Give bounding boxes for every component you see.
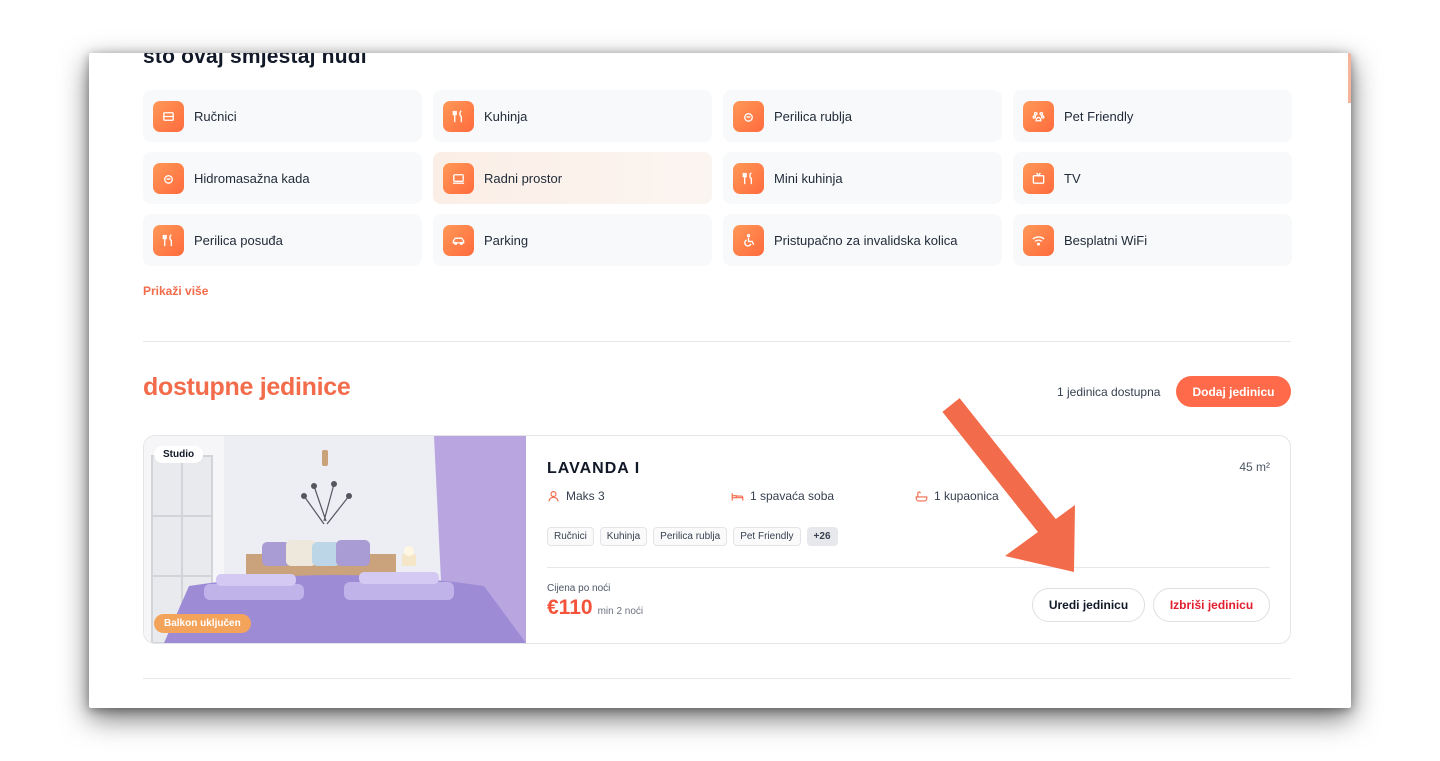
amenity-label: Perilica posuđa xyxy=(194,232,283,248)
wheelchair-icon xyxy=(733,224,764,256)
amenity-card: Ručnici xyxy=(143,90,422,142)
edit-unit-button[interactable]: Uredi jedinicu xyxy=(1032,588,1145,622)
delete-unit-button[interactable]: Izbriši jedinicu xyxy=(1153,588,1270,622)
price-label: Cijena po noći xyxy=(547,583,611,594)
amenities-grid: Ručnici Kuhinja Perilica rublja Pet Frie… xyxy=(143,90,1292,266)
amenity-card: Kuhinja xyxy=(433,90,712,142)
section-divider xyxy=(143,341,1291,342)
amenity-card-highlighted: Radni prostor xyxy=(433,152,712,204)
amenity-card: Besplatni WiFi xyxy=(1013,214,1292,266)
amenity-label: Radni prostor xyxy=(484,170,563,186)
price-row: €110 min 2 noći xyxy=(547,596,643,620)
unit-photo[interactable]: Studio Balkon uključen xyxy=(144,436,526,643)
amenity-card: Perilica rublja xyxy=(723,90,1002,142)
amenity-card: Mini kuhinja xyxy=(723,152,1002,204)
price-value: €110 xyxy=(547,596,593,619)
more-tags-badge[interactable]: +26 xyxy=(806,527,838,546)
unit-tags: Ručnici Kuhinja Perilica rublja Pet Frie… xyxy=(547,527,838,546)
unit-tag: Perilica rublja xyxy=(653,527,728,546)
unit-size: 45 m² xyxy=(1239,460,1270,474)
bathrooms-spec: 1 kupaonica xyxy=(915,489,999,503)
tv-icon xyxy=(1023,162,1054,194)
guests-spec: Maks 3 xyxy=(547,489,605,503)
washing-machine-icon xyxy=(733,100,764,132)
amenity-label: Mini kuhinja xyxy=(774,170,843,186)
unit-card: Studio Balkon uključen LAVANDA I 45 m² M… xyxy=(143,435,1291,644)
units-section-title: dostupne jedinice xyxy=(143,373,351,401)
amenity-card: Hidromasažna kada xyxy=(143,152,422,204)
bedroom-photo xyxy=(144,436,526,643)
utensils-icon xyxy=(733,162,764,194)
amenity-label: Ručnici xyxy=(194,108,237,124)
unit-tag: Pet Friendly xyxy=(733,527,801,546)
amenity-card: TV xyxy=(1013,152,1292,204)
amenity-label: Parking xyxy=(484,232,529,248)
paw-icon xyxy=(1023,100,1054,132)
car-icon xyxy=(443,224,474,256)
utensils-icon xyxy=(443,100,474,132)
scrollbar-thumb[interactable] xyxy=(1348,53,1351,103)
amenity-label: Besplatni WiFi xyxy=(1064,232,1148,248)
amenity-card: Pristupačno za invalidska kolica xyxy=(723,214,1002,266)
wifi-icon xyxy=(1023,224,1054,256)
amenity-card: Pet Friendly xyxy=(1013,90,1292,142)
amenity-label: Pristupačno za invalidska kolica xyxy=(774,232,958,248)
app-window: što ovaj smještaj nudi Ručnici Kuhinja P… xyxy=(89,53,1351,708)
amenity-label: Hidromasažna kada xyxy=(194,170,310,186)
person-icon xyxy=(548,490,559,501)
add-unit-button[interactable]: Dodaj jedinicu xyxy=(1176,376,1291,407)
show-more-link[interactable]: Prikaži više xyxy=(143,284,208,298)
laptop-icon xyxy=(443,162,474,194)
min-stay: min 2 noći xyxy=(597,606,644,617)
unit-tag: Kuhinja xyxy=(599,527,648,546)
bedrooms-label: 1 spavaća soba xyxy=(750,489,835,503)
guests-label: Maks 3 xyxy=(566,489,605,503)
balcony-badge: Balkon uključen xyxy=(154,614,251,633)
amenity-label: Kuhinja xyxy=(484,108,528,124)
unit-divider xyxy=(547,567,1270,568)
units-count: 1 jedinica dostupna xyxy=(1057,385,1161,399)
unit-name: LAVANDA I xyxy=(547,460,641,477)
bathtub-icon xyxy=(915,491,928,502)
unit-type-badge: Studio xyxy=(154,446,204,463)
bathrooms-label: 1 kupaonica xyxy=(934,489,999,503)
bed-icon xyxy=(731,492,744,501)
amenity-label: Perilica rublja xyxy=(774,108,853,124)
bottom-divider xyxy=(143,678,1291,679)
amenities-section-title: što ovaj smještaj nudi xyxy=(143,53,367,68)
bedrooms-spec: 1 spavaća soba xyxy=(731,489,834,503)
hot-tub-icon xyxy=(153,162,184,194)
amenity-card: Parking xyxy=(433,214,712,266)
amenity-label: TV xyxy=(1064,170,1081,186)
amenity-card: Perilica posuđa xyxy=(143,214,422,266)
unit-tag: Ručnici xyxy=(547,527,594,546)
amenity-label: Pet Friendly xyxy=(1064,108,1134,124)
towel-icon xyxy=(153,100,184,132)
utensils-icon xyxy=(153,224,184,256)
